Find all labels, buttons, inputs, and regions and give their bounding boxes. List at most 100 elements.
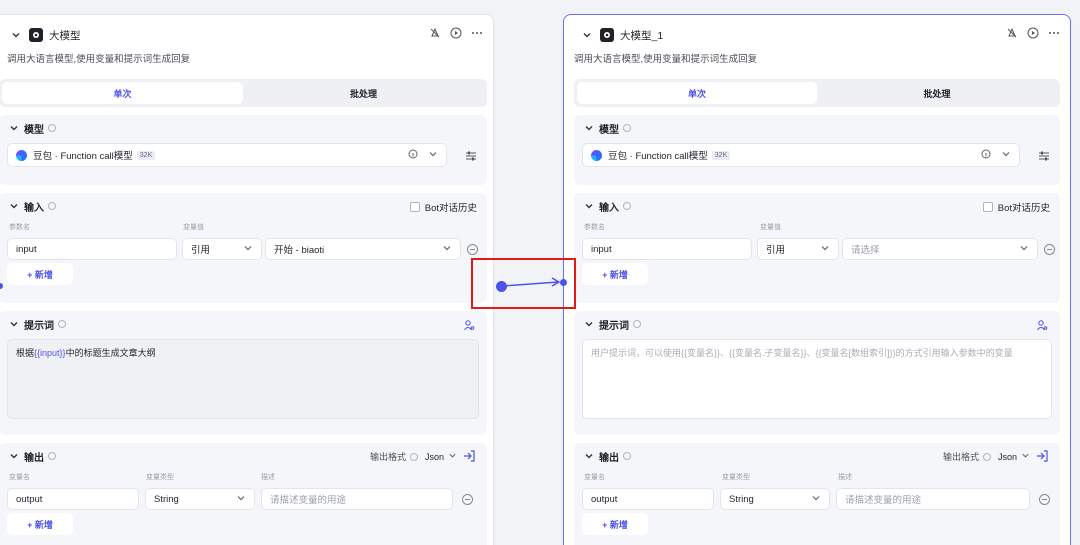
param-name-label: 参数名 — [584, 224, 605, 231]
chevron-down-icon — [448, 451, 457, 462]
add-param-button[interactable]: + 新增 — [582, 263, 648, 285]
collapse-chevron-icon[interactable] — [11, 30, 21, 40]
node-title[interactable]: 大模型 — [49, 28, 81, 43]
chevron-down-icon[interactable] — [9, 319, 19, 329]
model-section: 模型 豆包 · Function call模型 32K — [0, 115, 487, 185]
output-type-select[interactable]: String — [145, 488, 255, 510]
chevron-down-icon — [820, 243, 830, 256]
info-icon[interactable] — [58, 320, 66, 328]
var-name-label: 变量名 — [584, 474, 605, 481]
info-icon[interactable] — [48, 124, 56, 132]
ref-type-select[interactable]: 引用 — [757, 238, 839, 260]
chevron-down-icon[interactable] — [9, 123, 19, 133]
more-icon[interactable] — [471, 27, 483, 39]
chevron-down-icon — [236, 493, 246, 506]
prompt-editor[interactable]: 根据{{input}}中的标题生成文章大纲 — [7, 339, 479, 419]
import-output-icon[interactable] — [1036, 450, 1048, 465]
llm-logo-icon — [600, 28, 614, 42]
output-format-select[interactable]: 输出格式 Json — [370, 450, 457, 463]
chevron-down-icon — [811, 493, 821, 506]
collapse-chevron-icon[interactable] — [582, 30, 592, 40]
add-output-button[interactable]: + 新增 — [7, 513, 73, 535]
remove-output-icon[interactable] — [462, 494, 473, 505]
info-icon[interactable] — [623, 124, 631, 132]
param-value-label: 变量值 — [760, 224, 781, 231]
run-icon[interactable] — [1027, 27, 1039, 39]
ref-value-select[interactable]: 开始 - biaoti — [265, 238, 461, 260]
remove-output-icon[interactable] — [1039, 494, 1050, 505]
remove-param-icon[interactable] — [467, 244, 478, 255]
var-name-label: 变量名 — [9, 474, 30, 481]
prompt-text-prefix: 根据 — [16, 348, 35, 358]
ref-type-value: 引用 — [191, 245, 211, 256]
chevron-down-icon[interactable] — [584, 451, 594, 461]
debug-off-icon[interactable] — [429, 27, 441, 39]
chevron-down-icon — [1021, 451, 1030, 462]
bot-history-checkbox[interactable] — [982, 202, 993, 212]
chevron-down-icon[interactable] — [428, 149, 438, 162]
section-title: 输出 — [24, 452, 44, 464]
chevron-down-icon — [1019, 243, 1029, 256]
chevron-down-icon[interactable] — [9, 201, 19, 211]
model-section: 模型 豆包 · Function call模型 32K — [574, 115, 1060, 185]
info-icon[interactable] — [633, 320, 641, 328]
param-name-input[interactable]: input — [7, 238, 177, 260]
info-icon[interactable] — [408, 149, 418, 162]
remove-param-icon[interactable] — [1044, 244, 1055, 255]
mode-tabs: 单次 批处理 — [0, 79, 487, 107]
chevron-down-icon[interactable] — [584, 201, 594, 211]
llm-node-right[interactable]: 大模型_1 调用大语言模型,使用变量和提示词生成回复 单次 批处理 模型 豆包 … — [563, 14, 1071, 545]
ref-type-select[interactable]: 引用 — [182, 238, 262, 260]
model-name: 豆包 · Function call模型 — [608, 151, 708, 162]
debug-off-icon[interactable] — [1006, 27, 1018, 39]
user-setting-icon[interactable] — [1036, 319, 1048, 334]
info-icon[interactable] — [623, 452, 631, 460]
output-name-input[interactable]: output — [7, 488, 139, 510]
user-setting-icon[interactable] — [463, 319, 475, 334]
output-name-input[interactable]: output — [582, 488, 714, 510]
chevron-down-icon[interactable] — [9, 451, 19, 461]
output-format-select[interactable]: 输出格式 Json — [943, 450, 1030, 463]
tab-single[interactable]: 单次 — [2, 82, 243, 104]
output-desc-input[interactable]: 请描述变量的用途 — [836, 488, 1030, 510]
chevron-down-icon[interactable] — [584, 123, 594, 133]
output-format-value: Json — [997, 451, 1017, 462]
tab-single[interactable]: 单次 — [577, 82, 817, 104]
bot-history-checkbox[interactable] — [409, 202, 420, 212]
tab-batch[interactable]: 批处理 — [243, 82, 484, 104]
output-type-value: String — [729, 493, 754, 505]
ref-value-select[interactable]: 请选择 — [842, 238, 1038, 260]
run-icon[interactable] — [450, 27, 462, 39]
info-icon[interactable] — [48, 202, 56, 210]
desc-label: 描述 — [261, 474, 275, 481]
model-settings-icon[interactable] — [465, 150, 477, 165]
input-section: 输入 Bot对话历史 参数名 变量值 input 引用 请选择 + 新增 — [574, 193, 1060, 303]
output-format-label: 输出格式 — [369, 452, 406, 462]
llm-node-left[interactable]: 大模型 调用大语言模型,使用变量和提示词生成回复 单次 批处理 模型 豆包 · … — [0, 14, 494, 545]
node-header[interactable]: 大模型_1 — [564, 23, 1070, 47]
param-name-input[interactable]: input — [582, 238, 752, 260]
output-type-select[interactable]: String — [720, 488, 830, 510]
import-output-icon[interactable] — [463, 450, 475, 465]
add-output-button[interactable]: + 新增 — [582, 513, 648, 535]
model-select[interactable]: 豆包 · Function call模型 32K — [582, 143, 1020, 167]
model-settings-icon[interactable] — [1038, 150, 1050, 165]
node-description: 调用大语言模型,使用变量和提示词生成回复 — [574, 54, 758, 65]
section-title: 输入 — [599, 202, 619, 214]
add-param-button[interactable]: + 新增 — [7, 263, 73, 285]
chevron-down-icon[interactable] — [584, 319, 594, 329]
node-header[interactable]: 大模型 — [0, 23, 493, 47]
node-title[interactable]: 大模型_1 — [620, 28, 663, 43]
info-icon[interactable] — [48, 452, 56, 460]
var-type-label: 变量类型 — [146, 474, 174, 481]
output-desc-input[interactable]: 请描述变量的用途 — [261, 488, 453, 510]
info-icon[interactable] — [981, 149, 991, 162]
chevron-down-icon[interactable] — [1001, 149, 1011, 162]
prompt-section: 提示词 用户提示词，可以使用{{变量名}}、{{变量名.子变量名}}、{{变量名… — [574, 311, 1060, 435]
highlight-annotation-box — [471, 258, 576, 309]
model-select[interactable]: 豆包 · Function call模型 32K — [7, 143, 447, 167]
tab-batch[interactable]: 批处理 — [817, 82, 1057, 104]
more-icon[interactable] — [1048, 27, 1060, 39]
info-icon[interactable] — [623, 202, 631, 210]
prompt-editor[interactable]: 用户提示词，可以使用{{变量名}}、{{变量名.子变量名}}、{{变量名[数组索… — [582, 339, 1052, 419]
